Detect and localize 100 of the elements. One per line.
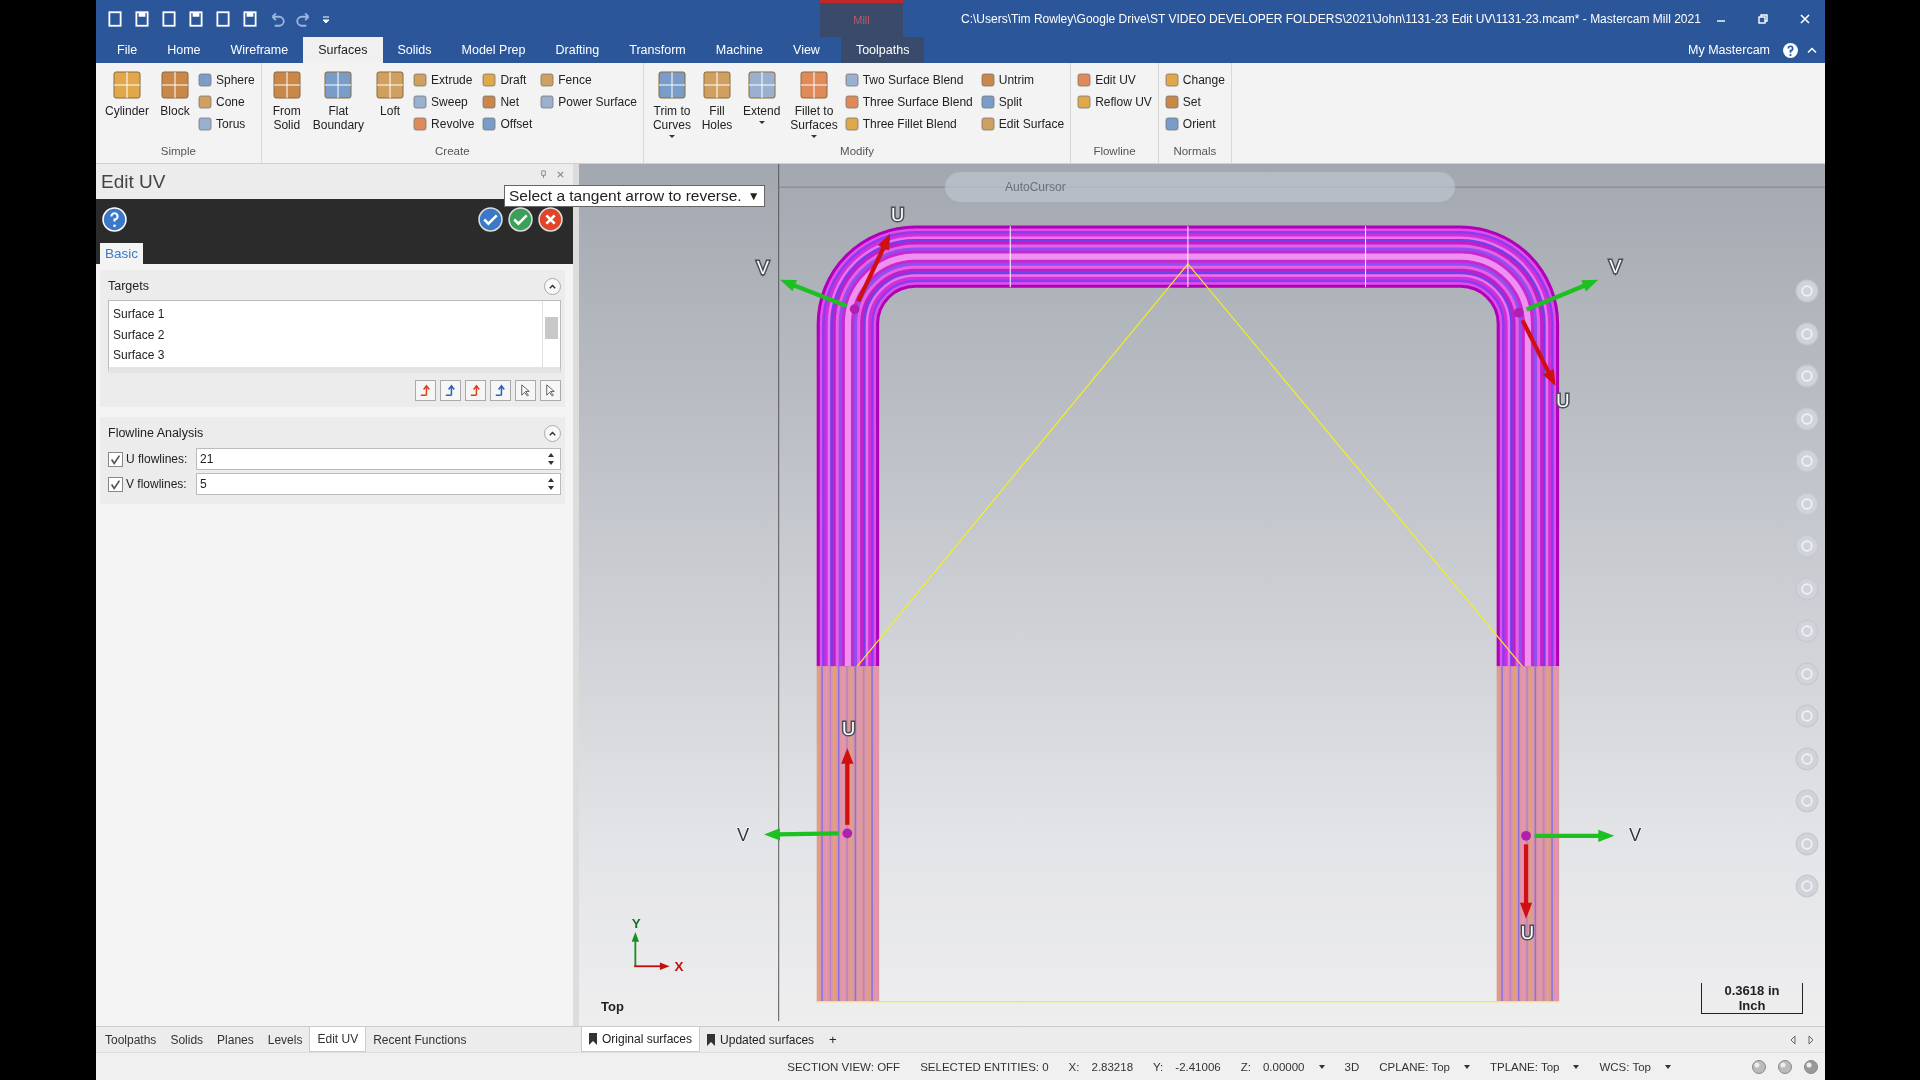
ribbon-button[interactable]: Reflow UV [1077,91,1152,113]
number-field[interactable]: 5 [196,473,561,495]
tool-button[interactable] [515,380,536,401]
manager-tab[interactable]: Planes [210,1027,261,1052]
add-tab-button[interactable]: + [821,1027,845,1052]
spinner-arrows-icon[interactable] [547,477,555,491]
dropdown-caret-icon[interactable] [1573,1064,1580,1069]
pin-icon[interactable] [539,170,548,179]
u-tangent-arrow[interactable] [841,748,854,825]
dropdown-caret-icon[interactable] [1318,1064,1325,1069]
ribbon-button[interactable]: Cone [198,91,255,113]
ribbon-button[interactable]: Block [156,69,194,118]
ribbon-button[interactable]: Sweep [413,91,475,113]
viewsheet-tab[interactable]: Original surfaces [581,1027,701,1052]
ribbon-button[interactable]: Two Surface Blend [844,69,973,91]
ribbon-button[interactable]: Orient [1164,113,1225,135]
tool-button[interactable] [540,380,561,401]
ribbon-tab[interactable]: Drafting [540,37,615,63]
restore-icon[interactable] [1757,12,1769,25]
ribbon-button[interactable]: Draft [482,69,533,91]
ribbon-tab[interactable]: Model Prep [446,37,541,63]
ribbon-button[interactable]: Trim to Curves [649,69,694,138]
ribbon-button[interactable]: Change [1164,69,1225,91]
number-field[interactable]: 21 [196,448,561,470]
cancel-icon[interactable] [538,207,563,232]
tool-button[interactable] [490,380,511,401]
ribbon-button[interactable]: Edit Surface [980,113,1065,135]
ribbon-tab[interactable]: Home [152,37,216,63]
checkbox[interactable] [108,451,123,467]
manager-tab[interactable]: Levels [260,1027,310,1052]
dropdown-caret-icon[interactable] [1665,1064,1671,1069]
ribbon-button[interactable]: Extend [739,69,784,124]
ok-check-icon[interactable] [508,207,533,232]
v-tangent-arrow[interactable] [764,828,839,841]
ribbon-tab[interactable]: File [102,37,153,63]
ribbon-button[interactable]: Torus [198,113,255,135]
scroll-right-icon[interactable] [1807,1034,1815,1045]
ribbon-button[interactable]: Untrim [980,69,1065,91]
manager-tab[interactable]: Solids [163,1027,211,1052]
ribbon-button[interactable]: Power Surface [540,91,637,113]
shading-sphere-icon[interactable] [1803,1058,1819,1075]
ribbon-button[interactable]: Split [980,91,1065,113]
help-icon[interactable] [1782,41,1799,59]
ribbon-button[interactable]: Loft [371,69,410,118]
u-tangent-arrow[interactable] [1520,319,1556,386]
ribbon-button[interactable]: Sphere [198,69,255,91]
dropdown-caret-icon[interactable] [1463,1064,1470,1069]
ribbon-button[interactable]: Extrude [413,69,475,91]
view-tool-button[interactable] [1795,279,1819,303]
tool-button[interactable] [415,380,436,401]
account-link[interactable]: My Mastercam [1688,43,1770,57]
ribbon-button[interactable]: From Solid [267,69,306,132]
ribbon-button[interactable]: Net [482,91,533,113]
collapse-button[interactable] [544,424,561,442]
collapse-button[interactable] [544,277,561,295]
ribbon-button[interactable]: Cylinder [102,69,152,118]
prompt-dropdown[interactable]: ▼ [747,189,760,203]
ribbon-tab[interactable]: Transform [614,37,701,63]
manager-tab[interactable]: Edit UV [309,1027,367,1052]
viewsheet-tab[interactable]: Updated surfaces [700,1027,822,1052]
scroll-left-icon[interactable] [1789,1034,1797,1045]
u-tangent-arrow[interactable] [856,233,891,303]
spinner-arrows-icon[interactable] [547,452,555,466]
manager-tab[interactable]: Recent Functions [366,1027,474,1052]
apply-icon[interactable] [478,207,503,232]
checkbox[interactable] [108,476,123,492]
view-tool-button[interactable] [1795,321,1819,346]
customize-caret-icon[interactable] [322,14,330,23]
u-tangent-arrow[interactable] [1519,844,1533,919]
ribbon-tab[interactable]: Wireframe [215,37,304,63]
panel-tab[interactable]: Basic [100,243,143,264]
ribbon-button[interactable]: Three Surface Blend [844,91,973,113]
ribbon-button[interactable]: Set [1164,91,1225,113]
manager-tab[interactable]: Toolpaths [98,1027,164,1052]
ribbon-tab[interactable]: Solids [382,37,447,63]
save-icon[interactable] [133,9,151,28]
ribbon-tab[interactable]: Surfaces [303,37,383,63]
ribbon-button[interactable]: Three Fillet Blend [844,113,973,135]
new-file-icon[interactable] [106,9,124,28]
ribbon-button[interactable]: Flat Boundary [309,69,368,132]
help-icon[interactable] [102,207,127,232]
ribbon-button[interactable]: Fillet to Surfaces [787,69,841,138]
ribbon-button[interactable]: Revolve [413,113,475,135]
tool-button[interactable] [465,380,486,401]
tool-button[interactable] [440,380,461,401]
ribbon-tab[interactable]: View [778,37,835,63]
list-item[interactable]: Surface 1 [113,304,538,325]
ribbon-button[interactable]: Offset [482,113,533,135]
shading-sphere-icon[interactable] [1751,1058,1767,1075]
ribbon-tab[interactable]: Machine [700,37,778,63]
scrollbar[interactable] [542,301,560,367]
list-item[interactable]: Surface 3 [113,345,538,366]
ribbon-button[interactable]: Fill Holes [697,69,736,132]
v-tangent-arrow[interactable] [1534,829,1615,842]
list-item[interactable]: Surface 2 [113,324,538,345]
collapse-ribbon-icon[interactable] [1807,46,1817,54]
shading-sphere-icon[interactable] [1777,1058,1793,1075]
v-tangent-arrow[interactable] [779,279,848,308]
ribbon-button[interactable]: Fence [540,69,637,91]
v-tangent-arrow[interactable] [1525,279,1599,312]
